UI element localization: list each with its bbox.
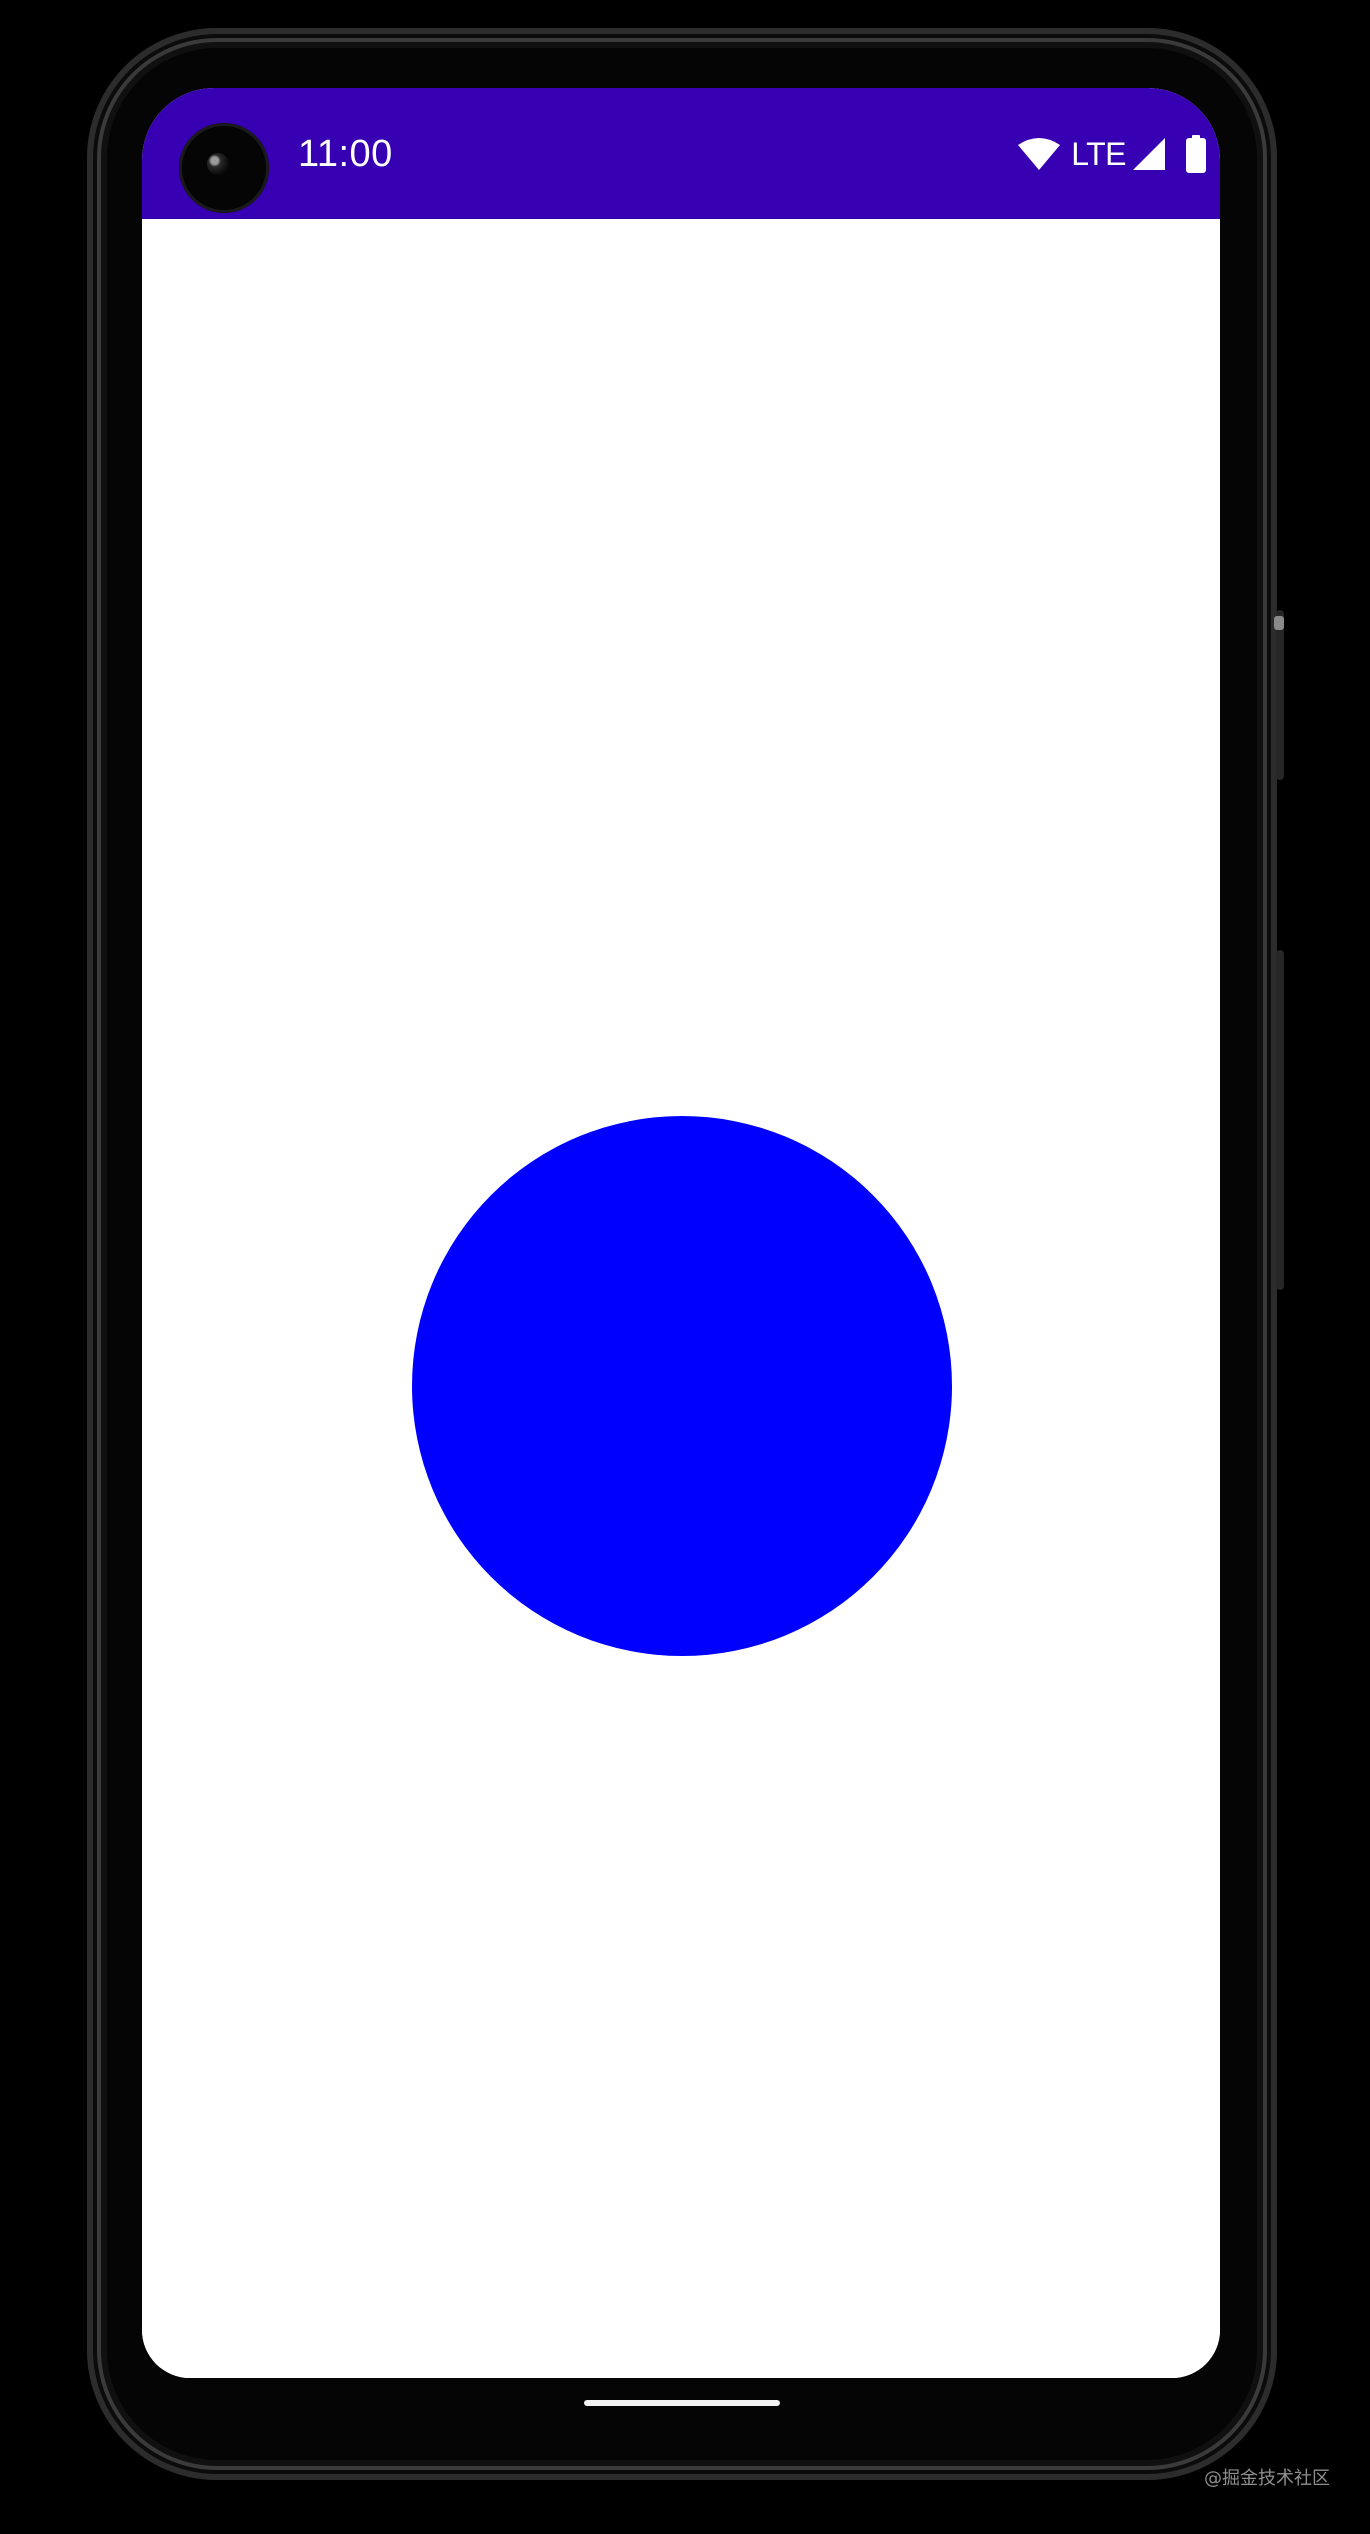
device-stage: 11:00 LTE @掘金技术社区 — [0, 0, 1370, 2534]
battery-icon — [1186, 135, 1206, 173]
watermark: @掘金技术社区 — [1204, 2468, 1330, 2489]
signal-icon — [1132, 137, 1166, 171]
blue-circle[interactable] — [412, 1116, 952, 1656]
status-bar: 11:00 LTE — [142, 88, 1220, 219]
camera-cutout-icon — [179, 123, 269, 213]
status-icons: LTE — [1017, 132, 1206, 176]
power-button — [1276, 610, 1284, 780]
power-button-highlight — [1274, 616, 1284, 630]
status-time: 11:00 — [298, 133, 393, 175]
phone-screen: 11:00 LTE — [142, 88, 1220, 2378]
volume-button — [1276, 950, 1284, 1290]
network-type-label: LTE — [1071, 136, 1126, 172]
home-gesture-bar[interactable] — [584, 2400, 780, 2406]
camera-lens-icon — [207, 153, 229, 175]
app-content-area — [142, 219, 1220, 2378]
wifi-icon — [1017, 137, 1061, 171]
